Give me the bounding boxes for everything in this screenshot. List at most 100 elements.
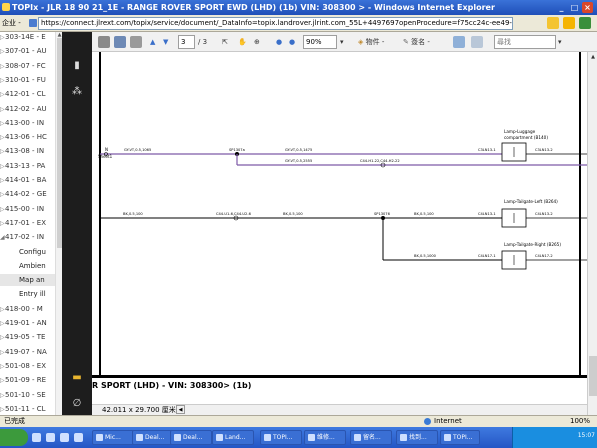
document-canvas[interactable]: N Sheet1 GY-VT,0.5,1065 SP1307a GY-VT,0.…	[92, 52, 587, 375]
tree-item[interactable]: ▷415-00 - IN	[0, 203, 58, 215]
zoom-select[interactable]: 90%	[303, 35, 337, 49]
tree-item-label: Ambien	[19, 261, 46, 270]
marquee-zoom-icon[interactable]: ⊕	[254, 35, 260, 49]
tree-item[interactable]: ▷419-05 - TE	[0, 331, 58, 343]
taskbar-item[interactable]: TOPI...	[260, 430, 302, 445]
select-tool-icon[interactable]: ⇱	[222, 35, 228, 49]
bookmarks-panel-icon[interactable]: ⁂	[71, 86, 83, 98]
save-icon[interactable]	[114, 36, 126, 48]
tree-item[interactable]: ▷307-01 - AU	[0, 45, 58, 57]
taskbar-item[interactable]: 留名...	[350, 430, 392, 445]
tree-item-label: 413-06 - HC	[5, 133, 47, 142]
tree-item-label: 307-01 - AU	[5, 47, 47, 56]
hand-tool-icon[interactable]: ✋	[238, 35, 247, 49]
tree-item-label: 303-14E - E	[5, 33, 46, 41]
taskbar-item[interactable]: 维修...	[304, 430, 346, 445]
taskbar-item[interactable]: Mic...	[92, 430, 134, 445]
encoding-dropdown[interactable]: 企业 -	[2, 18, 26, 29]
tree-item[interactable]: ▷413-13 - PA	[0, 160, 58, 172]
tree-item[interactable]: Entry ill	[0, 288, 58, 300]
tree-item[interactable]: Map an	[0, 274, 58, 287]
window-title: TOPIx - JLR 18 90 21_1E - RANGE ROVER SP…	[12, 3, 495, 12]
tree-item[interactable]: ▷413-08 - IN	[0, 145, 58, 157]
compatibility-icon[interactable]	[547, 17, 559, 29]
tree-item-label: 501-08 - EX	[5, 361, 46, 370]
quick-launch-icon[interactable]	[46, 433, 55, 442]
net-label: C3LN13-1	[478, 148, 496, 152]
window-title-bar[interactable]: TOPIx - JLR 18 90 21_1E - RANGE ROVER SP…	[0, 0, 597, 15]
tree-item[interactable]: ▷419-01 - AN	[0, 317, 58, 329]
tree-item[interactable]: ▷413-06 - HC	[0, 131, 58, 143]
tree-item[interactable]: ▷412-02 - AU	[0, 103, 58, 115]
tree-item[interactable]: ▷310-01 - FU	[0, 74, 58, 86]
attachment-icon[interactable]: ∅	[71, 398, 83, 410]
minimize-button[interactable]: _	[556, 2, 567, 13]
quick-launch-icon[interactable]	[32, 433, 41, 442]
zoom-in-icon[interactable]: ●	[289, 35, 295, 49]
tree-item-label: 412-01 - CL	[5, 90, 46, 99]
net-label: GY-VT,0.5,1475	[285, 148, 312, 152]
tree-item[interactable]: ▷412-01 - CL	[0, 88, 58, 100]
taskbar-item[interactable]: Deal...	[170, 430, 212, 445]
tree-item[interactable]: Ambien	[0, 260, 58, 272]
close-button[interactable]: ×	[582, 2, 593, 13]
wiring-diagram: N Sheet1 GY-VT,0.5,1065 SP1307a GY-VT,0.…	[98, 52, 587, 375]
tree-item[interactable]: ▷417-01 - EX	[0, 217, 58, 229]
email-icon[interactable]	[130, 36, 142, 48]
page-number-input[interactable]: 3	[178, 35, 195, 49]
horizontal-scroll-left-icon[interactable]: ◀	[176, 405, 185, 414]
chevron-down-icon[interactable]: ▾	[340, 35, 344, 49]
refresh-icon[interactable]	[579, 17, 591, 29]
tree-item[interactable]: ▷501-10 - SE	[0, 389, 58, 401]
tree-item-label: 310-01 - FU	[5, 75, 46, 84]
zoom-out-icon[interactable]: ●	[276, 35, 282, 49]
tree-item[interactable]: ▷501-09 - RE	[0, 374, 58, 386]
tree-item[interactable]: ▷418-00 - M	[0, 303, 58, 315]
taskbar-item[interactable]: TOPI...	[440, 430, 480, 445]
quick-launch-icon[interactable]	[60, 433, 69, 442]
pages-panel-icon[interactable]: ▮	[71, 60, 83, 72]
objects-menu[interactable]: ◈ 物件 -	[358, 35, 384, 49]
lock-icon[interactable]	[563, 17, 575, 29]
tree-item[interactable]: ▷501-08 - EX	[0, 360, 58, 372]
scroll-up-arrow-icon[interactable]: ▲	[589, 54, 597, 62]
maximize-button[interactable]: □	[569, 2, 580, 13]
taskbar-item[interactable]: 找到...	[396, 430, 438, 445]
tree-item[interactable]: ▷501-11 - CL	[0, 403, 58, 415]
tree-item[interactable]: Configu	[0, 246, 58, 258]
net-label: SP1307a	[229, 148, 245, 152]
taskbar-item[interactable]: Deal...	[132, 430, 174, 445]
search-input[interactable]: 尋找	[494, 35, 556, 49]
next-page-icon[interactable]: ▼	[163, 35, 168, 49]
outline-panel: ▷303-14E - E ▷307-01 - AU ▷308-07 - FC ▷310…	[0, 32, 62, 415]
document-footer-title: R SPORT (LHD) - VIN: 308300> (1b)	[92, 378, 587, 404]
tree-item[interactable]: ▷303-14E - E	[0, 32, 58, 43]
url-field[interactable]: https://connect.jlrext.com/topix/service…	[38, 17, 513, 30]
tree-item[interactable]: ▷413-00 - IN	[0, 117, 58, 129]
tree-item[interactable]: ▷414-02 - GE	[0, 188, 58, 200]
sign-menu[interactable]: ✎ 簽名 -	[403, 35, 430, 49]
fit-page-icon[interactable]	[453, 36, 465, 48]
tree-item[interactable]: ▷419-07 - NA	[0, 346, 58, 358]
quick-launch-icon[interactable]	[74, 433, 83, 442]
net-label: BK,0.5,100	[283, 212, 303, 216]
status-text: 已完成	[4, 417, 25, 425]
status-zoom[interactable]: 100%	[570, 416, 590, 427]
start-button[interactable]	[0, 429, 28, 446]
search-options-icon[interactable]: ▾	[558, 35, 562, 49]
document-scrollbar[interactable]: ▲	[587, 52, 597, 415]
tree-item-label: Configu	[19, 247, 46, 256]
tree-item[interactable]: ▷308-07 - FC	[0, 60, 58, 72]
outline-scrollbar[interactable]: ▲	[55, 32, 62, 415]
taskbar-item[interactable]: Land...	[212, 430, 254, 445]
tree-item-label: 419-07 - NA	[5, 347, 47, 356]
full-screen-icon[interactable]	[471, 36, 483, 48]
comment-icon[interactable]: ▬	[71, 372, 83, 384]
tree-item[interactable]: ◢417-02 - IN	[0, 231, 58, 243]
document-scroll-thumb[interactable]	[589, 356, 597, 396]
pen-icon: ✎	[403, 38, 409, 46]
print-icon[interactable]	[98, 36, 110, 48]
previous-page-icon[interactable]: ▲	[150, 35, 155, 49]
tree-item[interactable]: ▷414-01 - BA	[0, 174, 58, 186]
address-bar: 企业 - https://connect.jlrext.com/topix/se…	[0, 15, 597, 32]
